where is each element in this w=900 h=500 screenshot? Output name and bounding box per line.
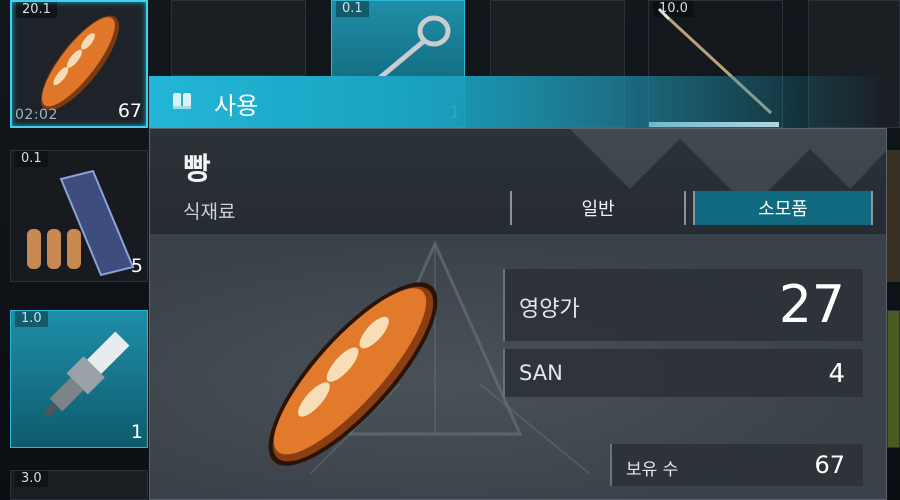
stat-value: 4 [828, 359, 845, 389]
use-action-label: 사용 [214, 92, 259, 120]
item-category: 식재료 [183, 201, 236, 223]
item-detail-panel: 빵 식재료 일반 소모품 영양가 27 SAN 4 보유 수 67 [149, 128, 887, 500]
stat-value: 27 [778, 275, 845, 335]
tag-normal: 일반 [510, 191, 686, 225]
bread-icon [268, 282, 438, 466]
slot-edge[interactable] [887, 150, 900, 282]
slot-bread[interactable]: 20.1 02:02 67 [10, 0, 148, 128]
slot-ammo[interactable]: 0.1 5 [10, 150, 148, 282]
slot-quantity: 1 [130, 421, 143, 443]
spark-plug-icon [43, 331, 130, 418]
stat-label: 영양가 [519, 297, 580, 322]
ammo-clip-icon [27, 169, 135, 277]
stat-label: 보유 수 [626, 460, 679, 480]
stat-owned: 보유 수 67 [610, 444, 863, 486]
detail-body: 영양가 27 SAN 4 보유 수 67 [150, 234, 886, 499]
use-action-bar[interactable]: 사용 [149, 76, 889, 128]
stat-san: SAN 4 [503, 349, 863, 397]
slot-weight: 3.0 [15, 471, 48, 487]
stat-value: 67 [814, 451, 845, 479]
slot-partial[interactable]: 3.0 [10, 470, 148, 500]
slot-edge[interactable] [887, 310, 900, 448]
tag-consumable: 소모품 [693, 191, 873, 225]
detail-header: 빵 식재료 일반 소모품 [150, 129, 886, 234]
stat-nutrition: 영양가 27 [503, 269, 863, 341]
slot-timer: 02:02 [15, 107, 58, 123]
stat-label: SAN [519, 361, 563, 385]
book-icon [173, 93, 191, 109]
item-name: 빵 [183, 152, 211, 187]
slot-quantity: 67 [117, 100, 142, 122]
slot-empty[interactable] [171, 0, 306, 76]
slot-quantity: 5 [130, 255, 143, 277]
slot-spark-plug[interactable]: 1.0 1 [10, 310, 148, 448]
